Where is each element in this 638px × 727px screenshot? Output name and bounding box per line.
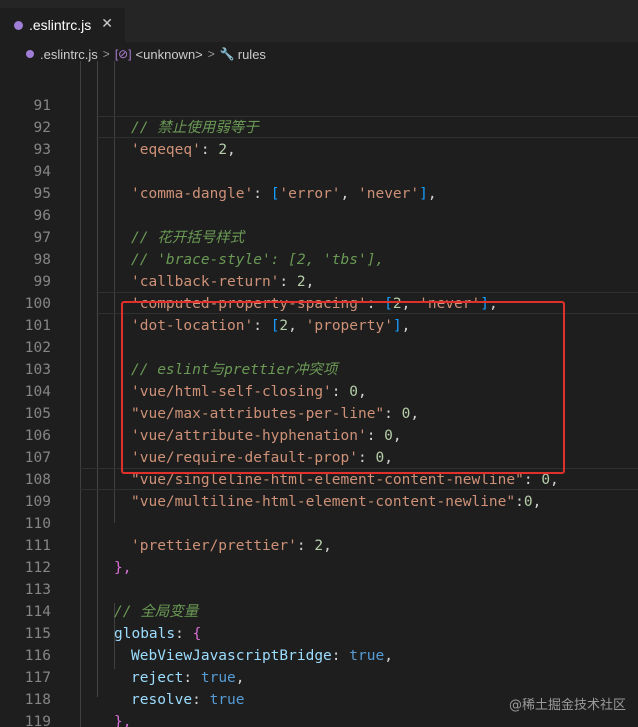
tab-bar: .eslintrc.js ✕ [0,0,638,42]
breadcrumb-object[interactable]: <unknown> [136,47,203,62]
code-line: 98 'callback-return': 2, [0,227,638,290]
chevron-right-icon: > [102,47,110,61]
code-line: 100 'dot-location': [2, 'property'], [0,271,638,334]
code-line: 116 reject: true, [0,623,638,686]
code-line: 120 [0,711,638,727]
code-line: 96 // 花开括号样式 [0,183,638,246]
code-line: 115 WebViewJavascriptBridge: true, [0,601,638,664]
code-line: 112 [0,535,638,576]
close-icon[interactable]: ✕ [101,16,113,32]
breadcrumb-file[interactable]: .eslintrc.js [40,47,98,62]
code-line: 97 // 'brace-style': [2, 'tbs'], [0,205,638,268]
code-line: 117 resolve: true [0,645,638,708]
code-line: 91 // 禁止使用弱等于 [0,73,638,136]
code-line: 94 'comma-dangle': ['error', 'never'], [0,139,638,202]
js-file-icon [26,50,34,58]
red-annotation-box [121,301,565,474]
js-file-icon [14,20,23,30]
code-line: 110 'prettier/prettier': 2, [0,491,638,554]
code-line: 95 [0,161,638,202]
code-line: 99 'computed-property-spacing': [2, 'nev… [0,249,638,312]
code-line: 113 // 全局变量 [0,557,638,620]
watermark: @稀土掘金技术社区 [508,698,626,713]
wrench-icon: 🔧 [219,47,235,61]
code-line: 93 [0,117,638,158]
code-line: 114 globals: { [0,579,638,642]
chevron-right-icon: > [207,47,215,61]
code-line: 92 'eqeqeq': 2, [0,95,638,158]
breadcrumb-property[interactable]: rules [238,47,266,62]
code-line: 118 }, [0,667,638,727]
tab-label: .eslintrc.js [29,17,92,33]
code-line: 111 }, [0,513,638,576]
tab-eslintrc[interactable]: .eslintrc.js ✕ [0,8,125,42]
object-icon: [⊘] [114,47,132,61]
